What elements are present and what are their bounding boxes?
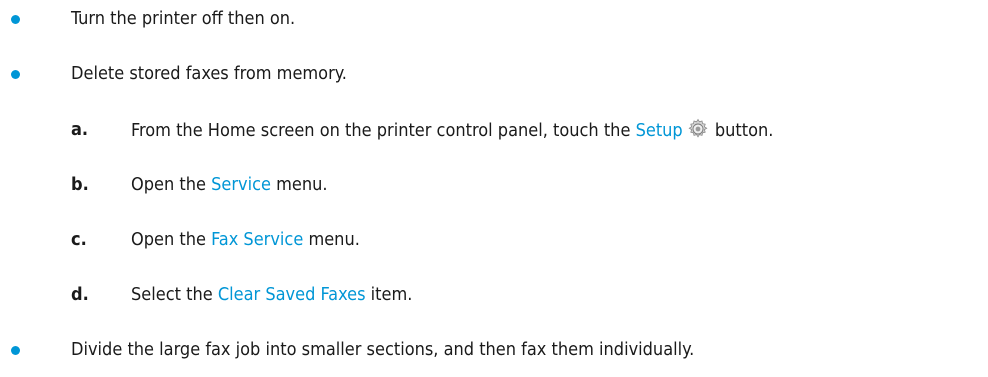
step-text-pre: From the Home screen on the printer cont… (131, 120, 636, 141)
menu-keyword: Fax Service (211, 229, 304, 250)
step-text-post: button. (709, 120, 774, 141)
menu-keyword: Service (211, 174, 271, 195)
step-text: From the Home screen on the printer cont… (131, 118, 773, 143)
bullet-icon (11, 15, 20, 24)
step-text-post: menu. (270, 174, 328, 195)
step-letter: d. (71, 284, 89, 305)
step-text-post: menu. (303, 229, 360, 250)
item-text: Delete stored faxes from memory. (71, 63, 347, 84)
step-text: Open the Fax Service menu. (131, 228, 360, 252)
menu-keyword: Clear Saved Faxes (217, 284, 366, 305)
bullet-icon (11, 70, 20, 79)
step-text: Open the Service menu. (131, 173, 328, 197)
bullet-icon (11, 346, 20, 355)
step-text: Select the Clear Saved Faxes item. (131, 283, 412, 307)
step-text-pre: Open the (131, 174, 212, 195)
step-text-post: item. (365, 284, 413, 305)
menu-keyword: Setup (635, 120, 683, 141)
gear-icon (688, 118, 708, 138)
item-text: Turn the printer off then on. (71, 8, 296, 29)
step-letter: c. (71, 229, 87, 250)
step-text-pre: Select the (131, 284, 218, 305)
step-letter: a. (71, 119, 89, 140)
item-text: Divide the large fax job into smaller se… (71, 339, 695, 360)
step-letter: b. (71, 174, 89, 195)
step-text-pre: Open the (131, 229, 212, 250)
